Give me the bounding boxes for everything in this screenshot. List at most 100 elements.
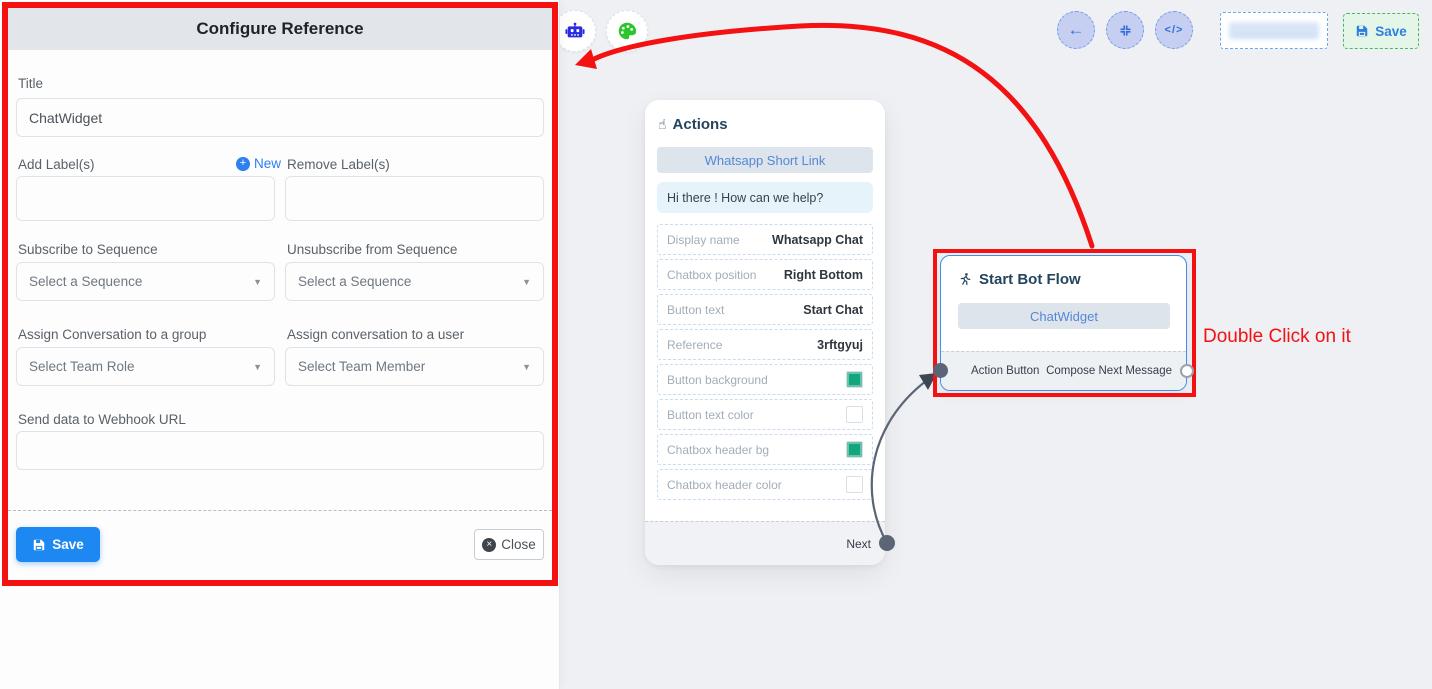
- actions-card-title: ☝ Actions: [658, 116, 728, 133]
- walking-person-icon: [958, 272, 973, 287]
- next-label: Next: [846, 537, 871, 551]
- row-label: Chatbox header color: [667, 478, 782, 492]
- chevron-down-icon: ▼: [522, 277, 531, 287]
- node-title-text: Start Bot Flow: [979, 271, 1081, 288]
- color-swatch[interactable]: [846, 441, 863, 458]
- palette-icon: [616, 20, 638, 42]
- theme-tool-button[interactable]: [606, 10, 648, 52]
- fit-view-button[interactable]: [1106, 11, 1144, 49]
- flow-save-button[interactable]: Save: [1343, 13, 1419, 49]
- unsubscribe-label: Unsubscribe from Sequence: [287, 242, 457, 257]
- actions-node-card[interactable]: ☝ Actions Whatsapp Short Link Hi there !…: [645, 100, 885, 565]
- color-swatch[interactable]: [846, 476, 863, 493]
- assign-group-select[interactable]: Select Team Role ▼: [16, 347, 275, 386]
- assign-group-select-value: Select Team Role: [29, 359, 135, 374]
- assign-user-select-value: Select Team Member: [298, 359, 425, 374]
- flow-name-input[interactable]: [1220, 12, 1328, 49]
- flow-save-label: Save: [1375, 24, 1407, 39]
- panel-header: Configure Reference: [8, 8, 552, 50]
- close-button[interactable]: × Close: [474, 529, 544, 560]
- webhook-input[interactable]: [16, 431, 544, 470]
- arrow-left-icon: ←: [1068, 20, 1085, 40]
- row-value: 3rftgyuj: [817, 338, 863, 352]
- back-button[interactable]: ←: [1057, 11, 1095, 49]
- row-chatbox-header-color[interactable]: Chatbox header color: [657, 469, 873, 500]
- bot-tool-button[interactable]: [554, 10, 596, 52]
- greeting-message: Hi there ! How can we help?: [657, 182, 873, 213]
- start-bot-flow-node[interactable]: Start Bot Flow ChatWidget Action Button …: [940, 255, 1187, 391]
- settings-list: Display name Whatsapp Chat Chatbox posit…: [657, 224, 873, 504]
- row-reference[interactable]: Reference 3rftgyuj: [657, 329, 873, 360]
- row-label: Reference: [667, 338, 722, 352]
- chatwidget-reference-button[interactable]: ChatWidget: [958, 303, 1170, 329]
- save-button[interactable]: Save: [16, 527, 100, 562]
- whatsapp-short-link-label: Whatsapp Short Link: [705, 153, 826, 168]
- assign-group-label: Assign Conversation to a group: [18, 327, 206, 342]
- row-button-text-color[interactable]: Button text color: [657, 399, 873, 430]
- chevron-down-icon: ▼: [522, 362, 531, 372]
- unsubscribe-select[interactable]: Select a Sequence ▼: [285, 262, 544, 301]
- add-labels-input[interactable]: [16, 176, 275, 221]
- plus-icon: +: [236, 157, 250, 171]
- remove-labels-input[interactable]: [285, 176, 544, 221]
- next-port-handle[interactable]: [879, 535, 895, 551]
- node-footer: Action Button Compose Next Message: [941, 351, 1186, 390]
- configure-reference-panel: Configure Reference Title ChatWidget Add…: [0, 0, 560, 689]
- node-title: Start Bot Flow: [958, 271, 1081, 288]
- compose-next-port-handle[interactable]: [1180, 364, 1194, 378]
- chevron-down-icon: ▼: [253, 362, 262, 372]
- panel-title: Configure Reference: [196, 19, 363, 39]
- row-chatbox-position[interactable]: Chatbox position Right Bottom: [657, 259, 873, 290]
- whatsapp-short-link-button[interactable]: Whatsapp Short Link: [657, 147, 873, 173]
- action-button-port-label: Action Button: [971, 365, 1039, 377]
- floppy-icon: [1355, 24, 1369, 38]
- code-icon: </>: [1165, 24, 1184, 36]
- embed-code-button[interactable]: </>: [1155, 11, 1193, 49]
- webhook-label: Send data to Webhook URL: [18, 412, 186, 427]
- chatwidget-reference-label: ChatWidget: [1030, 309, 1098, 324]
- actions-card-footer: Next: [645, 521, 885, 565]
- row-label: Button text color: [667, 408, 754, 422]
- close-button-label: Close: [501, 537, 536, 552]
- close-icon: ×: [482, 538, 496, 552]
- row-label: Chatbox position: [667, 268, 756, 282]
- unsubscribe-select-value: Select a Sequence: [298, 274, 411, 289]
- chevron-down-icon: ▼: [253, 277, 262, 287]
- save-button-label: Save: [52, 537, 84, 552]
- assign-user-label: Assign conversation to a user: [287, 327, 464, 342]
- color-swatch[interactable]: [846, 371, 863, 388]
- divider: [8, 510, 552, 511]
- subscribe-select-value: Select a Sequence: [29, 274, 142, 289]
- row-label: Button background: [667, 373, 768, 387]
- assign-user-select[interactable]: Select Team Member ▼: [285, 347, 544, 386]
- row-button-background[interactable]: Button background: [657, 364, 873, 395]
- row-label: Display name: [667, 233, 740, 247]
- greeting-message-text: Hi there ! How can we help?: [667, 191, 823, 205]
- subscribe-label: Subscribe to Sequence: [18, 242, 158, 257]
- actions-title-text: Actions: [673, 116, 728, 133]
- row-display-name[interactable]: Display name Whatsapp Chat: [657, 224, 873, 255]
- row-button-text[interactable]: Button text Start Chat: [657, 294, 873, 325]
- row-chatbox-header-bg[interactable]: Chatbox header bg: [657, 434, 873, 465]
- new-label-text: New: [254, 156, 281, 171]
- compose-next-message-port-label: Compose Next Message: [1046, 365, 1172, 377]
- title-label: Title: [18, 76, 43, 91]
- row-label: Button text: [667, 303, 724, 317]
- robot-icon: [564, 20, 586, 42]
- subscribe-select[interactable]: Select a Sequence ▼: [16, 262, 275, 301]
- compress-icon: [1118, 23, 1133, 38]
- hand-pointer-icon: ☝: [658, 116, 667, 133]
- blurred-text: [1229, 22, 1319, 39]
- double-click-annotation: Double Click on it: [1203, 326, 1351, 348]
- row-value: Whatsapp Chat: [772, 233, 863, 247]
- color-swatch[interactable]: [846, 406, 863, 423]
- title-input[interactable]: ChatWidget: [16, 98, 544, 137]
- row-label: Chatbox header bg: [667, 443, 769, 457]
- add-labels-label: Add Label(s): [18, 157, 95, 172]
- row-value: Right Bottom: [784, 268, 863, 282]
- remove-labels-label: Remove Label(s): [287, 157, 390, 172]
- title-input-value: ChatWidget: [29, 110, 102, 126]
- new-label-link[interactable]: + New: [236, 156, 281, 171]
- action-button-port-handle[interactable]: [933, 363, 948, 378]
- floppy-icon: [32, 538, 46, 552]
